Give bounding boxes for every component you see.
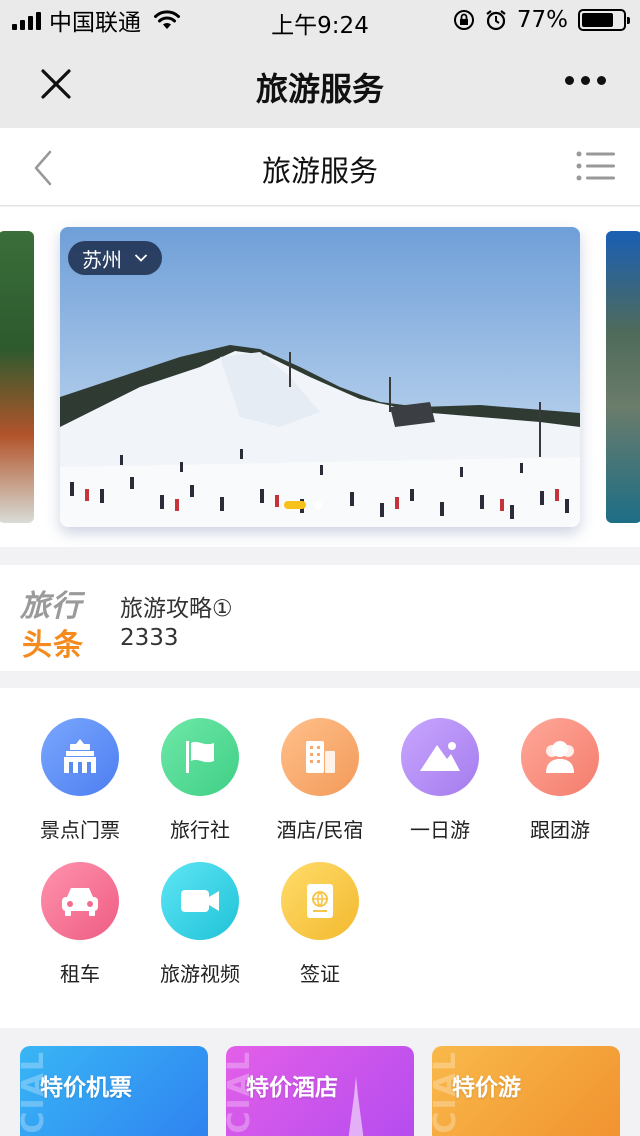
car-icon [41, 862, 119, 940]
battery-icon [578, 9, 630, 31]
service-day-tour[interactable]: 一日游 [380, 718, 500, 848]
page-nav-bar: 旅游服务 [0, 128, 640, 206]
group-icon [521, 718, 599, 796]
travel-headline[interactable]: 旅行 头条 旅游攻略① 2333 [0, 565, 640, 671]
promo-label: 特价酒店 [246, 1075, 338, 1101]
city-label: 苏州 [82, 247, 122, 272]
service-label: 旅行社 [170, 818, 230, 842]
banner-carousel[interactable]: 苏州 [0, 207, 640, 547]
promo-card-tours[interactable]: CIAL 特价游 [432, 1046, 620, 1136]
carousel-indicator [284, 501, 322, 509]
service-travel-video[interactable]: 旅游视频 [140, 862, 260, 992]
mountain-icon [401, 718, 479, 796]
chevron-down-icon [134, 254, 148, 262]
carousel-slide-current[interactable]: 苏州 [60, 227, 580, 527]
service-label: 签证 [300, 962, 340, 986]
carousel-slide-prev[interactable] [0, 231, 34, 523]
service-car-rental[interactable]: 租车 [20, 862, 140, 992]
carousel-slide-next[interactable] [606, 231, 640, 523]
headline-logo-bottom: 头条 [22, 628, 84, 663]
wechat-header: 旅游服务 [0, 40, 640, 128]
headline-count: 2333 [120, 625, 179, 651]
promo-section: CIAL 特价机票 CIAL 特价酒店 CIAL 特价游 [0, 1028, 640, 1136]
service-label: 旅游视频 [160, 962, 240, 986]
service-label: 租车 [60, 962, 100, 986]
carousel-dot-active [284, 501, 306, 509]
alarm-icon [486, 10, 506, 31]
service-label: 跟团游 [530, 818, 590, 842]
battery-percent: 77% [516, 7, 568, 33]
flag-icon [161, 718, 239, 796]
wechat-title: 旅游服务 [255, 70, 384, 108]
temple-icon [41, 718, 119, 796]
status-right: 77% [453, 6, 630, 34]
services-grid: 景点门票 旅行社 酒店/民宿 一日游 跟团游 租车 旅游视频 签证 [0, 688, 640, 1028]
more-dots-icon[interactable] [565, 76, 606, 85]
promo-card-hotels[interactable]: CIAL 特价酒店 [226, 1046, 414, 1136]
service-label: 景点门票 [40, 818, 120, 842]
list-menu-icon[interactable] [576, 150, 616, 182]
service-travel-agency[interactable]: 旅行社 [140, 718, 260, 848]
hotel-tower-icon [348, 1076, 364, 1136]
building-icon [281, 718, 359, 796]
headline-logo-top: 旅行 [20, 589, 82, 624]
promo-label: 特价机票 [40, 1075, 132, 1101]
service-label: 酒店/民宿 [276, 818, 364, 842]
city-selector[interactable]: 苏州 [68, 241, 162, 275]
promo-card-flights[interactable]: CIAL 特价机票 [20, 1046, 208, 1136]
battery-fill [582, 13, 613, 27]
rotation-lock-icon [453, 10, 474, 30]
service-hotel[interactable]: 酒店/民宿 [260, 718, 380, 848]
passport-icon [281, 862, 359, 940]
service-scenic-tickets[interactable]: 景点门票 [20, 718, 140, 848]
service-visa[interactable]: 签证 [260, 862, 380, 992]
status-bar: 中国联通 上午9:24 77% [0, 0, 640, 40]
service-label: 一日游 [410, 818, 470, 842]
service-group-tour[interactable]: 跟团游 [500, 718, 620, 848]
carousel-dot [314, 501, 322, 509]
page-title: 旅游服务 [261, 154, 378, 188]
promo-label: 特价游 [452, 1075, 521, 1101]
headline-title[interactable]: 旅游攻略① [120, 589, 233, 623]
video-camera-icon [161, 862, 239, 940]
